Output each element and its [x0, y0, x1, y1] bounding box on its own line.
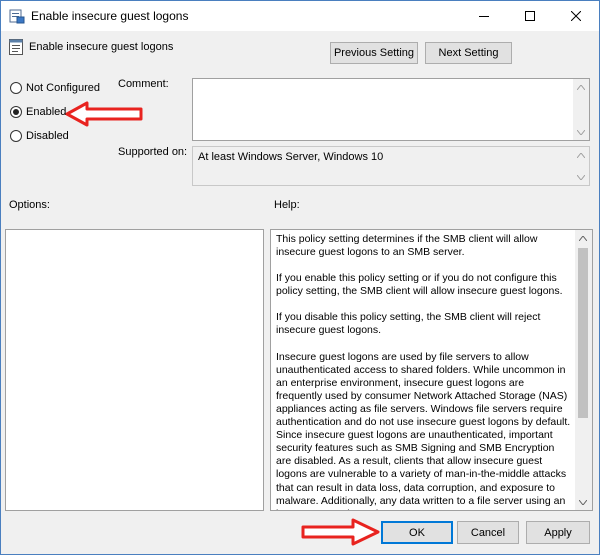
policy-dialog: Enable insecure guest logons Enable inse…	[0, 0, 600, 555]
options-panel	[5, 229, 264, 511]
radio-label: Enabled	[26, 106, 67, 118]
supported-on-field: At least Windows Server, Windows 10	[192, 146, 590, 186]
title-bar[interactable]: Enable insecure guest logons	[1, 1, 599, 31]
radio-not-configured[interactable]: Not Configured	[10, 82, 100, 94]
radio-disabled[interactable]: Disabled	[10, 130, 69, 142]
help-scrollbar[interactable]	[575, 230, 592, 510]
maximize-button[interactable]	[507, 1, 553, 31]
annotation-arrow-ok	[301, 518, 380, 546]
window-title: Enable insecure guest logons	[31, 9, 189, 23]
radio-enabled[interactable]: Enabled	[10, 106, 66, 118]
radio-circle[interactable]	[10, 106, 22, 118]
supported-on-label: Supported on:	[118, 146, 188, 158]
help-text: This policy setting determines if the SM…	[276, 233, 572, 510]
policy-name: Enable insecure guest logons	[29, 41, 174, 53]
previous-setting-button[interactable]: Previous Setting	[330, 42, 418, 64]
annotation-arrow-enabled	[65, 101, 143, 127]
help-paragraph: If you disable this policy setting, the …	[276, 311, 541, 337]
help-paragraph: If you enable this policy setting or if …	[276, 272, 563, 298]
next-setting-button[interactable]: Next Setting	[425, 42, 512, 64]
scroll-down-icon[interactable]	[573, 169, 589, 185]
supported-scrollbar[interactable]	[573, 147, 589, 185]
help-label: Help:	[274, 199, 300, 211]
scroll-down-icon[interactable]	[575, 494, 591, 510]
help-paragraph: This policy setting determines if the SM…	[276, 233, 538, 259]
scroll-thumb[interactable]	[578, 248, 588, 418]
comment-input[interactable]	[192, 78, 590, 141]
comment-scrollbar[interactable]	[573, 79, 589, 140]
minimize-button[interactable]	[461, 1, 507, 31]
comment-label: Comment:	[118, 78, 169, 90]
radio-label: Not Configured	[26, 82, 100, 94]
minimize-icon	[479, 16, 489, 17]
policy-setting-icon	[9, 39, 23, 55]
options-label: Options:	[9, 199, 50, 211]
scroll-down-icon[interactable]	[573, 124, 589, 140]
radio-circle[interactable]	[10, 82, 22, 94]
radio-label: Disabled	[26, 130, 69, 142]
apply-button[interactable]: Apply	[526, 521, 590, 544]
close-icon	[571, 11, 581, 21]
help-panel[interactable]: This policy setting determines if the SM…	[270, 229, 593, 511]
radio-circle[interactable]	[10, 130, 22, 142]
scroll-up-icon[interactable]	[573, 147, 589, 163]
scroll-up-icon[interactable]	[575, 230, 591, 246]
cancel-button[interactable]: Cancel	[457, 521, 519, 544]
help-paragraph: Insecure guest logons are used by file s…	[276, 350, 571, 510]
ok-button[interactable]: OK	[381, 521, 453, 544]
supported-on-value: At least Windows Server, Windows 10	[198, 151, 384, 163]
policy-editor-icon	[9, 8, 25, 24]
maximize-icon	[525, 11, 535, 21]
close-button[interactable]	[553, 1, 599, 31]
scroll-up-icon[interactable]	[573, 79, 589, 95]
